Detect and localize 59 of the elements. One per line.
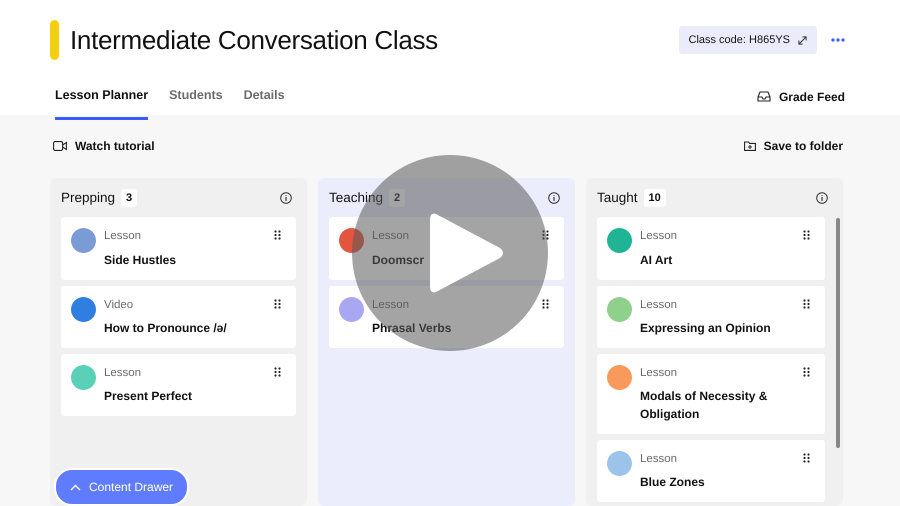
chevron-up-icon [70,484,81,490]
save-to-folder-button[interactable]: Save to folder [744,137,843,155]
tab[interactable]: Students [169,80,223,120]
card-type: Lesson [640,366,678,381]
drag-handle-icon[interactable] [274,298,281,308]
drag-handle-icon[interactable] [803,453,810,463]
card-title: Doomscr [372,252,426,268]
drag-handle-icon[interactable] [274,366,281,377]
card-title: Modals of Necessity & Obligation [640,388,768,423]
card-type: Lesson [640,229,678,244]
card-type: Lesson [104,229,142,244]
column-title: Prepping [61,189,116,207]
column-title: Taught [597,189,638,207]
scrollbar[interactable] [836,218,840,448]
card-title: Blue Zones [640,474,706,492]
card-type: Video [104,298,134,312]
inbox-icon [756,91,771,102]
lesson-card[interactable]: Lesson Expressing an Opinion [597,286,825,348]
lesson-card[interactable]: Lesson Modals of Necessity & Obligation [597,354,825,434]
accent-bar [50,20,59,60]
drag-handle-icon[interactable] [274,230,281,240]
card-type: Lesson [372,298,410,312]
info-icon[interactable] [816,192,828,204]
grade-feed-button[interactable]: Grade Feed [756,88,845,106]
drag-handle-icon[interactable] [803,366,810,377]
class-code-button[interactable]: Class code: H865YS [678,26,817,54]
expand-icon [798,36,807,44]
more-options-icon [831,38,845,42]
card-type: Lesson [104,366,142,381]
lesson-card[interactable]: Lesson Side Hustles [61,217,296,280]
count-badge: 3 [121,188,138,208]
card-title: Expressing an Opinion [640,320,772,337]
content-drawer-button[interactable]: Content Drawer [54,468,190,506]
card-title: Side Hustles [104,252,178,268]
card-title: How to Pronounce /ə/ [104,320,228,337]
card-type: Lesson [372,229,410,244]
tab[interactable]: Details [244,80,285,120]
lesson-card[interactable]: Lesson Present Perfect [61,354,296,416]
drag-handle-icon[interactable] [542,230,549,240]
card-type: Lesson [640,452,678,467]
info-icon[interactable] [280,192,292,204]
video-camera-icon [53,141,67,151]
count-badge: 10 [644,188,666,208]
lesson-card[interactable]: Lesson Blue Zones [597,440,825,502]
card-title: AI Art [640,252,674,268]
tab[interactable]: Lesson Planner [55,80,148,120]
card-type: Lesson [640,298,678,312]
drag-handle-icon[interactable] [803,230,810,240]
lesson-card[interactable]: Lesson AI Art [597,217,825,280]
folder-icon [744,141,756,151]
card-title: Present Perfect [104,388,194,405]
lesson-card[interactable]: Video How to Pronounce /ə/ [61,286,296,348]
count-badge: 2 [389,188,406,208]
drag-handle-icon[interactable] [803,298,810,308]
info-icon[interactable] [548,192,560,204]
class-title: Intermediate Conversation Class [70,24,438,56]
column-title: Teaching [329,189,384,207]
drag-handle-icon[interactable] [542,298,549,308]
watch-tutorial-link[interactable]: Watch tutorial [53,137,155,155]
